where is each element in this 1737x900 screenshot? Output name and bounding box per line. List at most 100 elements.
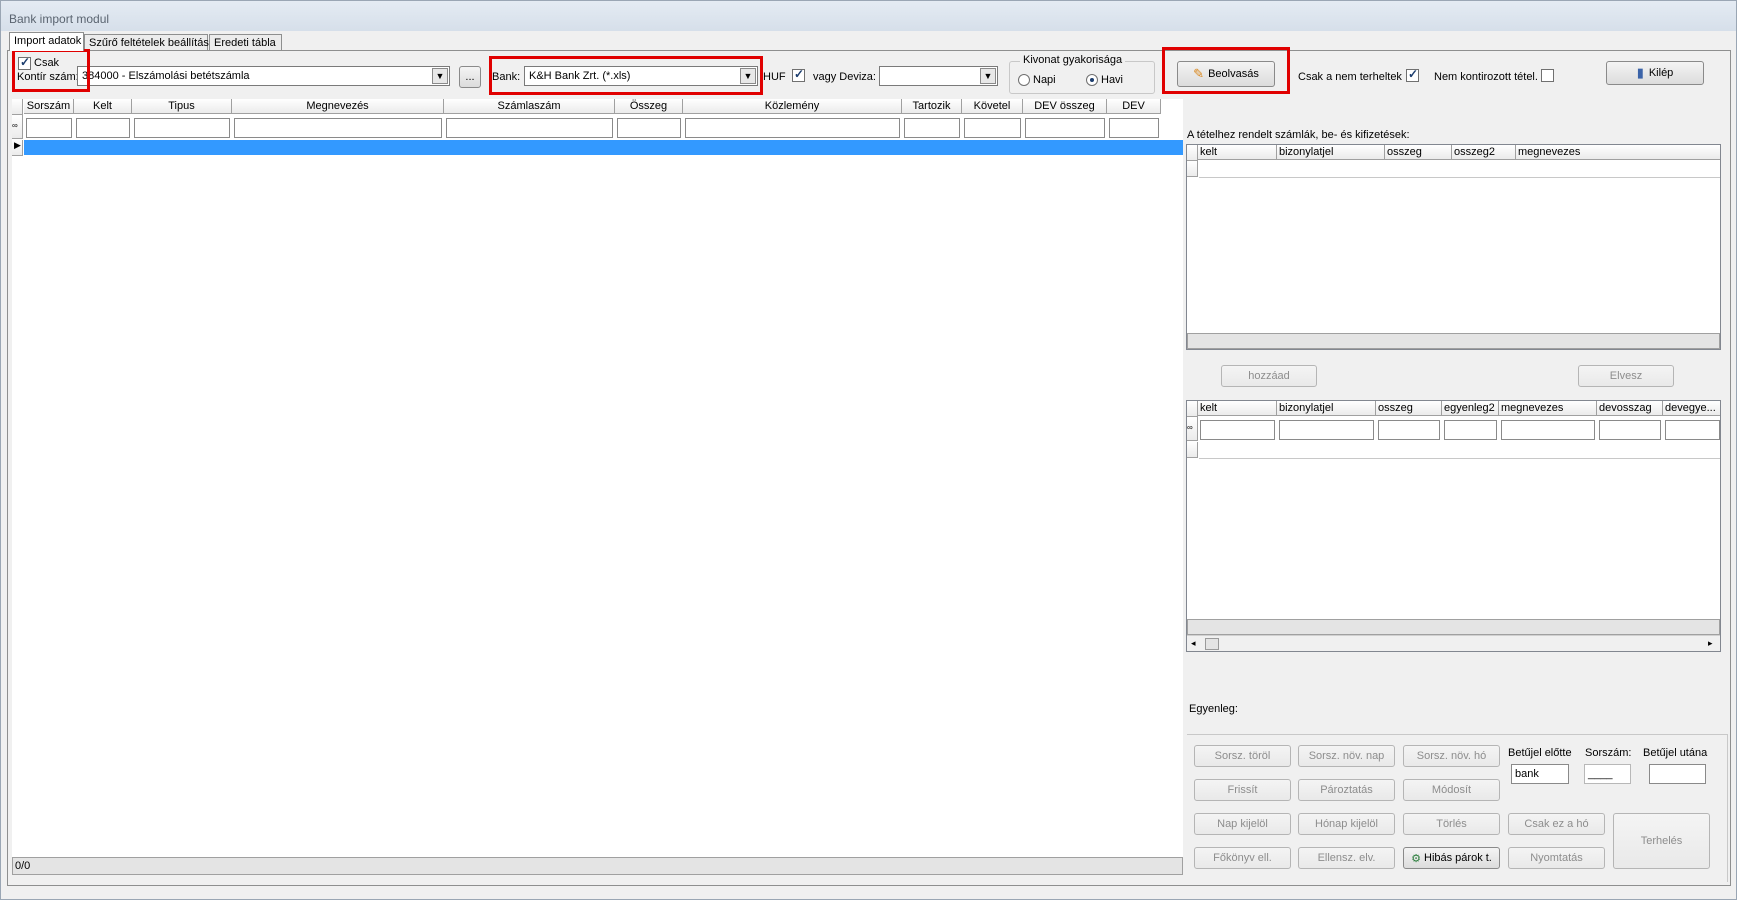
filter-devosszag[interactable]	[1599, 420, 1661, 440]
filter-tartozik[interactable]	[904, 118, 960, 138]
csak-ez-a-ho-button[interactable]: Csak ez a hó	[1508, 813, 1605, 835]
filter-dev[interactable]	[1109, 118, 1159, 138]
main-grid[interactable]: Sorszám Kelt Tipus Megnevezés Számlaszám…	[12, 99, 1183, 875]
filter-egyenleg2[interactable]	[1444, 420, 1497, 440]
col-szamlaszam[interactable]: Számlaszám	[444, 99, 615, 114]
elvesz-button[interactable]: Elvesz	[1578, 365, 1674, 387]
chevron-down-icon[interactable]: ▼	[740, 68, 756, 84]
filter-osszeg[interactable]	[617, 118, 681, 138]
table-row[interactable]	[24, 140, 1183, 155]
havi-label: Havi	[1101, 74, 1124, 86]
filter-dev-osszeg[interactable]	[1025, 118, 1105, 138]
nap-kijelol-button[interactable]: Nap kijelöl	[1194, 813, 1291, 835]
col-bizonylatjel[interactable]: bizonylatjel	[1277, 401, 1376, 416]
col-tartozik[interactable]: Tartozik	[902, 99, 962, 114]
filter-megnevezes[interactable]	[1501, 420, 1595, 440]
col-egyenleg2[interactable]: egyenleg2	[1442, 401, 1499, 416]
col-tipus[interactable]: Tipus	[132, 99, 232, 114]
col-dev[interactable]: DEV	[1107, 99, 1161, 114]
row-line	[1199, 458, 1720, 459]
col-kelt[interactable]: kelt	[1198, 401, 1277, 416]
col-sorszam[interactable]: Sorszám	[24, 99, 74, 114]
chevron-down-icon[interactable]: ▼	[980, 68, 996, 84]
filter-osszeg[interactable]	[1378, 420, 1440, 440]
filter-sorszam[interactable]	[26, 118, 72, 138]
havi-radio[interactable]	[1086, 74, 1098, 86]
app-window: Bank import modul Import adatok Szűrő fe…	[0, 0, 1737, 900]
kontir-label: Kontír szám:	[17, 71, 79, 83]
honap-kijelol-button[interactable]: Hónap kijelöl	[1298, 813, 1395, 835]
kontir-combo[interactable]: 384000 - Elszámolási betétszámla ▼	[77, 66, 450, 86]
betujel-elotte-input[interactable]: bank	[1511, 764, 1569, 784]
napi-radio[interactable]	[1018, 74, 1030, 86]
horizontal-scrollbar[interactable]: ◂ ▸	[1187, 635, 1720, 651]
filter-kovetel[interactable]	[964, 118, 1021, 138]
huf-label: HUF	[763, 71, 786, 83]
filter-kelt[interactable]	[1200, 420, 1275, 440]
frissit-button[interactable]: Frissít	[1194, 779, 1291, 801]
scroll-left-icon[interactable]: ◂	[1191, 638, 1196, 649]
bank-label: Bank:	[492, 71, 521, 83]
col-dev-osszeg[interactable]: DEV összeg	[1023, 99, 1107, 114]
col-kozlemeny[interactable]: Közlemény	[683, 99, 902, 114]
tab-szuro-feltetelek[interactable]: Szűrő feltételek beállítása	[84, 34, 215, 51]
col-megnevezes[interactable]: megnevezes	[1499, 401, 1597, 416]
filter-tipus[interactable]	[134, 118, 230, 138]
tab-import-adatok[interactable]: Import adatok	[9, 32, 84, 51]
grid-column-chooser-icon[interactable]	[1187, 401, 1198, 417]
torles-button[interactable]: Törlés	[1403, 813, 1500, 835]
beolvasas-button[interactable]: ✎ Beolvasás	[1177, 61, 1275, 87]
sorszam-input[interactable]: ____	[1584, 764, 1631, 784]
betujel-utana-input[interactable]	[1649, 764, 1706, 784]
chevron-down-icon[interactable]: ▼	[432, 68, 448, 84]
col-megnevezes[interactable]: megnevezes	[1516, 145, 1720, 160]
ellensz-elv-button[interactable]: Ellensz. elv.	[1298, 847, 1395, 869]
col-osszeg[interactable]: osszeg	[1385, 145, 1452, 160]
hibas-parok-label: Hibás párok t.	[1424, 852, 1492, 864]
grid-column-chooser-icon[interactable]	[1187, 145, 1198, 161]
scroll-right-icon[interactable]: ▸	[1708, 638, 1713, 649]
kontir-browse-button[interactable]: ...	[459, 66, 481, 88]
col-osszeg[interactable]: osszeg	[1376, 401, 1442, 416]
col-devegyenleg[interactable]: devegye...	[1663, 401, 1720, 416]
filter-szamlaszam[interactable]	[446, 118, 613, 138]
filter-kelt[interactable]	[76, 118, 130, 138]
bank-combo[interactable]: K&H Bank Zrt. (*.xls) ▼	[524, 66, 758, 86]
col-osszeg2[interactable]: osszeg2	[1452, 145, 1516, 160]
sorsz-nov-ho-button[interactable]: Sorsz. növ. hó	[1403, 745, 1500, 767]
filter-megnevezes[interactable]	[234, 118, 442, 138]
filter-devegyenleg[interactable]	[1665, 420, 1720, 440]
wand-icon: ✎	[1193, 66, 1205, 81]
nem-kontirozott-checkbox[interactable]	[1541, 69, 1554, 82]
col-megnevezes[interactable]: Megnevezés	[232, 99, 444, 114]
hozzaad-button[interactable]: hozzáad	[1221, 365, 1317, 387]
assigned-grid[interactable]: kelt bizonylatjel osszeg osszeg2 megneve…	[1186, 144, 1721, 350]
filter-binoculars-icon: ∞	[1187, 417, 1198, 441]
col-osszeg[interactable]: Összeg	[615, 99, 683, 114]
col-bizonylatjel[interactable]: bizonylatjel	[1277, 145, 1385, 160]
tab-eredeti-tabla[interactable]: Eredeti tábla	[209, 34, 282, 51]
col-devosszag[interactable]: devosszag	[1597, 401, 1663, 416]
terheles-button[interactable]: Terhelés	[1613, 813, 1710, 869]
scroll-thumb[interactable]	[1205, 638, 1219, 650]
sorsz-nov-nap-button[interactable]: Sorsz. növ. nap	[1298, 745, 1395, 767]
filter-bizonylatjel[interactable]	[1279, 420, 1374, 440]
hibas-parok-button[interactable]: ⚙ Hibás párok t.	[1403, 847, 1500, 869]
modosit-button[interactable]: Módosít	[1403, 779, 1500, 801]
col-kovetel[interactable]: Követel	[962, 99, 1023, 114]
csak-nem-terheltek-checkbox[interactable]	[1406, 67, 1419, 82]
nyomtatas-button[interactable]: Nyomtatás	[1508, 847, 1605, 869]
col-kelt[interactable]: kelt	[1198, 145, 1277, 160]
deviza-combo[interactable]: ▼	[879, 66, 998, 86]
grid-column-chooser-icon[interactable]	[12, 99, 23, 115]
payments-grid[interactable]: kelt bizonylatjel osszeg egyenleg2 megne…	[1186, 400, 1721, 652]
fokonyv-ell-button[interactable]: Főkönyv ell.	[1194, 847, 1291, 869]
paroztatas-button[interactable]: Pároztatás	[1298, 779, 1395, 801]
col-kelt[interactable]: Kelt	[74, 99, 132, 114]
betujel-elotte-label: Betűjel előtte	[1508, 747, 1572, 759]
sorsz-torol-button[interactable]: Sorsz. töröl	[1194, 745, 1291, 767]
filter-kozlemeny[interactable]	[685, 118, 900, 138]
huf-checkbox[interactable]	[792, 67, 805, 82]
kilep-button[interactable]: ▮ Kilép	[1606, 61, 1704, 85]
csak-checkbox[interactable]	[18, 55, 31, 70]
